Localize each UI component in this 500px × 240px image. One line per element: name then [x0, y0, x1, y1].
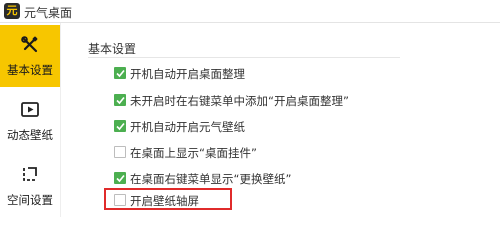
section-divider — [88, 57, 400, 58]
sidebar-item-live-wallpaper[interactable]: 动态壁纸 — [0, 90, 60, 152]
sidebar-item-label: 基本设置 — [7, 63, 53, 77]
option-label: 在桌面上显示“桌面挂件” — [130, 146, 257, 160]
checkbox[interactable] — [114, 67, 126, 79]
tools-icon — [21, 36, 38, 53]
space-icon — [23, 167, 37, 181]
option-label: 开机自动开启桌面整理 — [130, 67, 245, 81]
checkbox[interactable] — [114, 120, 126, 132]
app-title: 元气桌面 — [24, 6, 73, 20]
sidebar-item-space-settings[interactable]: 空间设置 — [0, 155, 60, 217]
highlight-box — [104, 188, 232, 210]
play-icon — [21, 102, 39, 117]
sidebar-item-label: 空间设置 — [7, 193, 53, 207]
checkbox[interactable] — [114, 146, 126, 158]
checkbox[interactable] — [114, 172, 126, 184]
sidebar-item-label: 动态壁纸 — [7, 128, 53, 142]
option-label: 未开启时在右键菜单中添加“开启桌面整理” — [130, 94, 349, 108]
title-bar: 元 元气桌面 — [0, 0, 500, 23]
app-logo: 元 — [4, 3, 20, 19]
checkbox[interactable] — [114, 94, 126, 106]
sidebar-item-basic-settings[interactable]: 基本设置 — [0, 25, 60, 87]
option-label: 在桌面右键菜单显示“更换壁纸” — [130, 172, 292, 186]
sidebar: 基本设置 动态壁纸 空间设置 — [0, 23, 61, 217]
section-title: 基本设置 — [88, 42, 137, 56]
option-label: 开机自动开启元气壁纸 — [130, 120, 245, 134]
